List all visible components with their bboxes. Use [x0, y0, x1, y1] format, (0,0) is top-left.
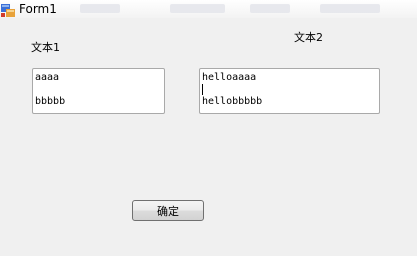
- textbox-1-line: bbbbb: [35, 96, 66, 107]
- title-bar[interactable]: Form1: [0, 0, 417, 18]
- window-title: Form1: [19, 2, 57, 16]
- textbox-2-line: helloaaaa: [202, 72, 257, 83]
- title-bar-decoration: [170, 4, 225, 13]
- textbox-1[interactable]: aaaa bbbbb: [32, 68, 165, 114]
- title-bar-decoration: [250, 4, 290, 13]
- title-bar-decoration: [80, 4, 120, 13]
- title-bar-decoration: [320, 4, 380, 13]
- confirm-button[interactable]: 确定: [132, 200, 204, 221]
- textbox-1-line: aaaa: [35, 72, 60, 83]
- app-icon[interactable]: [1, 2, 15, 17]
- label-text1: 文本1: [31, 41, 60, 54]
- textbox-2[interactable]: helloaaaa hellobbbbb: [199, 68, 380, 114]
- text-caret: [202, 84, 203, 95]
- textbox-2-line: hellobbbbb: [202, 96, 263, 107]
- label-text2: 文本2: [294, 31, 323, 44]
